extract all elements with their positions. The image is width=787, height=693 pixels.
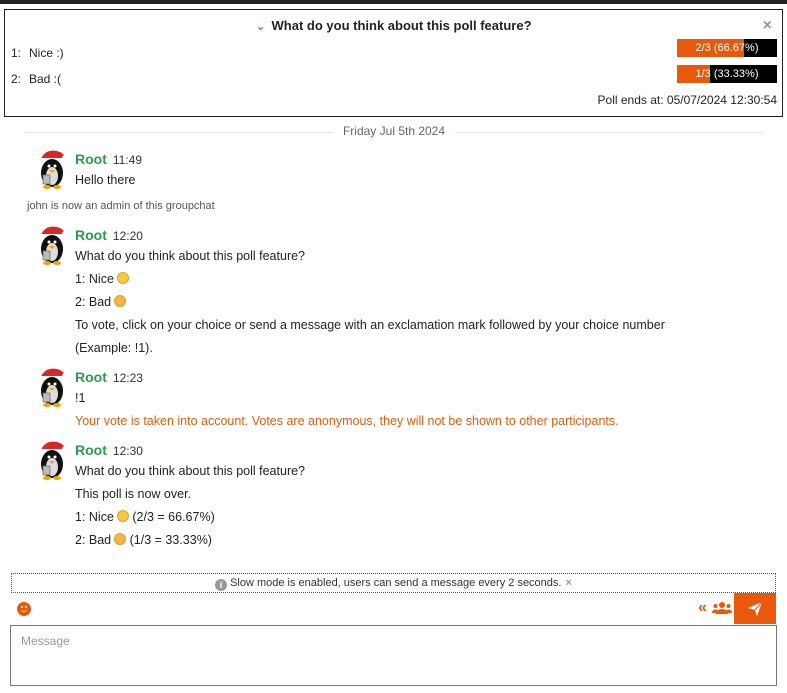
poll-bar-label: 1/3 (33.33%) — [695, 68, 759, 80]
poll-result-bar-1[interactable]: 2/3 (66.67%) — [677, 39, 777, 57]
poll-choice-number: 2: — [11, 72, 22, 86]
message-author[interactable]: Root — [75, 369, 107, 385]
rewind-icon[interactable]: « — [698, 599, 707, 617]
message-header: Root 12:23 — [75, 367, 725, 387]
date-separator: Friday Jul 5th 2024 — [25, 124, 763, 140]
message-text: !1 — [75, 391, 86, 405]
message-text: What do you think about this poll featur… — [75, 464, 306, 478]
close-icon[interactable]: × — [565, 577, 571, 589]
avatar[interactable] — [35, 149, 69, 189]
poll-choice-label: Bad :( — [29, 72, 62, 86]
poll-title[interactable]: ⌄ What do you think about this poll featu… — [5, 18, 782, 33]
sad-face-icon — [114, 295, 127, 307]
message-text: To vote, click on your choice or send a … — [75, 318, 665, 332]
info-icon: i — [215, 579, 228, 591]
send-button[interactable] — [734, 593, 776, 624]
date-label: Friday Jul 5th 2024 — [332, 124, 456, 138]
chevron-down-icon[interactable]: ⌄ — [255, 19, 265, 33]
message-input[interactable] — [10, 625, 777, 686]
avatar[interactable] — [35, 440, 69, 480]
poll-option-result: (2/3 = 66.67%) — [132, 510, 215, 524]
top-border — [0, 0, 787, 4]
message-body: Root 12:23 !1 Your vote is taken into acc… — [75, 367, 725, 433]
users-icon[interactable] — [712, 601, 732, 615]
message-text: 1: Nice (2/3 = 66.67%) — [75, 506, 725, 529]
message-body: Root 12:20 What do you think about this p… — [75, 225, 725, 360]
slow-mode-text: Slow mode is enabled, users can send a m… — [230, 577, 562, 589]
message-text: 1: Nice — [75, 268, 725, 291]
vote-notice: Your vote is taken into account. Votes a… — [75, 414, 619, 428]
poll-option-result: (1/3 = 33.33%) — [129, 533, 212, 547]
message-header: Root 11:49 — [75, 149, 725, 169]
poll-choice-1[interactable]: 1: Nice :) — [11, 46, 64, 60]
avatar[interactable] — [35, 367, 69, 407]
message-text: (Example: !1). — [75, 341, 153, 355]
poll-option-text: 1: Nice — [75, 272, 114, 286]
poll-choice-number: 1: — [11, 46, 22, 60]
message-text: This poll is now over. — [75, 487, 192, 501]
poll-option-text: 2: Bad — [75, 295, 112, 309]
message-text: Hello there — [75, 173, 136, 187]
close-icon[interactable]: × — [763, 18, 772, 34]
smiley-icon — [116, 510, 129, 522]
message-header: Root 12:20 — [75, 225, 725, 245]
smiley-icon — [116, 272, 129, 284]
poll-option-text: 1: Nice — [75, 510, 114, 524]
message-text: 2: Bad — [75, 291, 725, 314]
system-note: john is now an admin of this groupchat — [27, 200, 215, 212]
message-time: 11:49 — [112, 153, 143, 167]
message-time: 12:23 — [112, 371, 143, 385]
poll-choice-label: Nice :) — [29, 46, 64, 60]
sad-face-icon — [114, 533, 127, 545]
message-body: Root 12:30 What do you think about this p… — [75, 440, 725, 552]
message-text: 2: Bad (1/3 = 33.33%) — [75, 529, 725, 552]
avatar[interactable] — [35, 225, 69, 265]
message-time: 12:30 — [112, 444, 143, 458]
poll-result-bar-2[interactable]: 1/3 (33.33%) — [677, 65, 777, 83]
paper-plane-icon — [748, 601, 763, 616]
message-text: What do you think about this poll featur… — [75, 249, 306, 263]
poll-bar-label: 2/3 (66.67%) — [695, 42, 759, 54]
poll-choice-2[interactable]: 2: Bad :( — [11, 72, 61, 86]
message-author[interactable]: Root — [75, 227, 107, 243]
poll-option-text: 2: Bad — [75, 533, 112, 547]
poll-end-time: Poll ends at: 05/07/2024 12:30:54 — [597, 93, 777, 107]
message-author[interactable]: Root — [75, 151, 107, 167]
poll-question: What do you think about this poll featur… — [271, 18, 532, 33]
poll-widget: ⌄ What do you think about this poll featu… — [4, 9, 783, 117]
message-body: Root 11:49 Hello there — [75, 149, 725, 192]
slow-mode-banner: i Slow mode is enabled, users can send a … — [11, 573, 776, 593]
smiley-icon[interactable] — [17, 602, 31, 616]
message-author[interactable]: Root — [75, 442, 107, 458]
message-time: 12:20 — [112, 229, 143, 243]
message-header: Root 12:30 — [75, 440, 725, 460]
